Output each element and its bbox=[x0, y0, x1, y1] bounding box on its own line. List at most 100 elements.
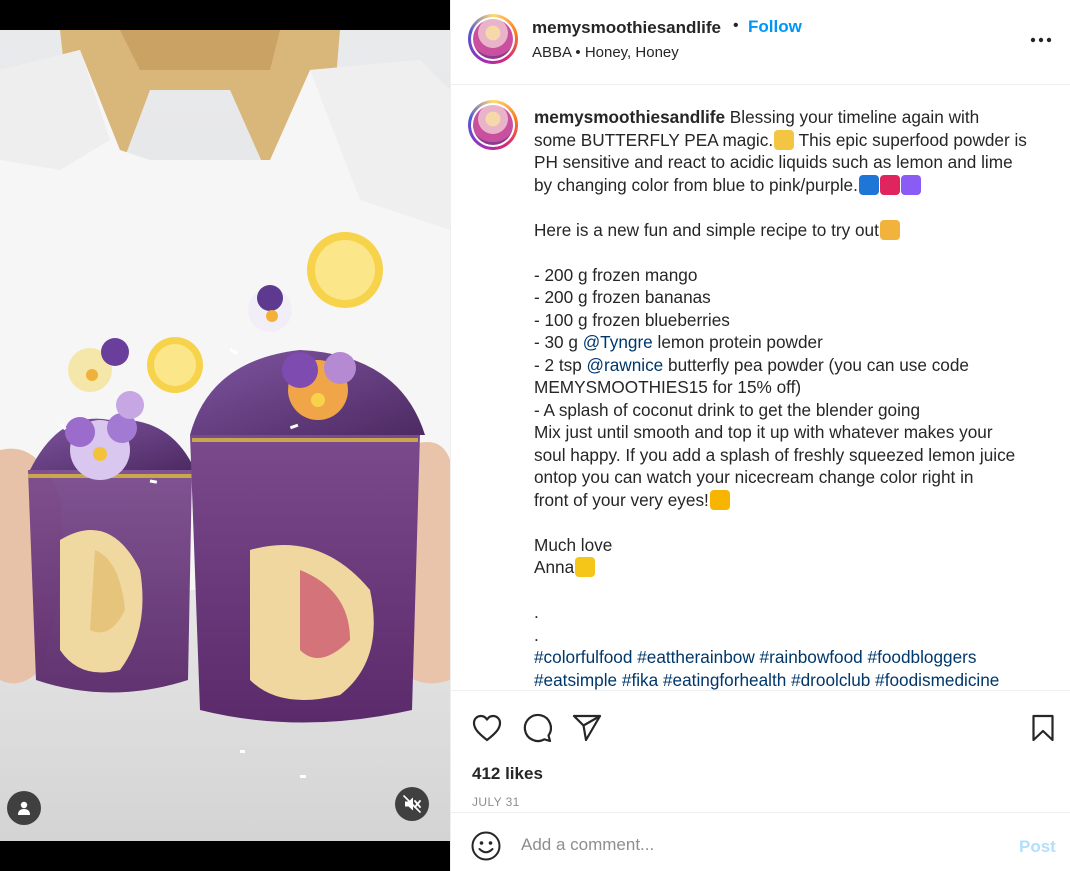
emoji-icon[interactable] bbox=[470, 830, 502, 862]
caption-text-run: Here is a new fun and simple recipe to t… bbox=[534, 219, 879, 240]
caption-text-run: some BUTTERFLY PEA magic. bbox=[534, 129, 774, 150]
author-avatar[interactable] bbox=[468, 14, 518, 64]
post-media[interactable] bbox=[0, 0, 450, 871]
caption-line: ontop you can watch your nicecream chang… bbox=[534, 466, 1044, 489]
caption-text-run: front of your very eyes! bbox=[534, 489, 709, 510]
comment-input[interactable] bbox=[521, 828, 991, 862]
follow-button[interactable]: Follow bbox=[748, 17, 802, 37]
hashtag-link[interactable]: #colorfulfood bbox=[534, 647, 632, 667]
comment-button[interactable] bbox=[520, 711, 554, 745]
emoji-icon bbox=[879, 219, 900, 240]
audio-separator: • bbox=[575, 44, 581, 61]
post-date[interactable]: JULY 31 bbox=[472, 795, 520, 809]
caption-text: memysmoothiesandlife Blessing your timel… bbox=[534, 106, 1044, 690]
caption-line bbox=[534, 196, 1044, 219]
video-frame[interactable] bbox=[0, 30, 450, 841]
caption-text-run: MEMYSMOOTHIES15 for 15% off) bbox=[534, 377, 802, 397]
author-username[interactable]: memysmoothiesandlife bbox=[532, 18, 721, 38]
caption-author-username[interactable]: memysmoothiesandlife bbox=[534, 107, 725, 127]
caption-line bbox=[534, 511, 1044, 534]
post-header: memysmoothiesandlife • Follow ABBA • Hon… bbox=[451, 0, 1070, 85]
caption-line: Much love bbox=[534, 534, 1044, 557]
caption-text-run: Blessing your timeline again with bbox=[725, 107, 980, 127]
caption-text-run: - 30 g bbox=[534, 332, 583, 352]
heart-icon bbox=[472, 714, 502, 742]
save-button[interactable] bbox=[1026, 711, 1060, 745]
hashtag-link[interactable]: #droolclub bbox=[791, 670, 870, 690]
audio-info[interactable]: ABBA • Honey, Honey bbox=[532, 44, 679, 61]
more-options-button[interactable] bbox=[1023, 28, 1059, 52]
caption-text-run: PH sensitive and react to acidic liquids… bbox=[534, 152, 1013, 172]
media-letterbox-bottom bbox=[0, 841, 450, 871]
caption-text-run: - 200 g frozen mango bbox=[534, 264, 698, 285]
caption-text-run: Anna bbox=[534, 557, 575, 577]
post-actions: 412 likes JULY 31 bbox=[451, 690, 1070, 812]
user-tag-icon bbox=[18, 801, 30, 815]
hashtag-link[interactable]: #eatsimple bbox=[534, 670, 617, 690]
caption-line bbox=[534, 241, 1044, 264]
emoji-icon bbox=[774, 129, 795, 150]
caption-line: - 200 g frozen mango bbox=[534, 264, 1044, 287]
caption-text-run: Much love bbox=[534, 534, 613, 555]
caption-line: . bbox=[534, 624, 1044, 647]
caption-text-run: lemon protein powder bbox=[652, 332, 823, 352]
caption-line: #eatsimple #fika #eatingforhealth #drool… bbox=[534, 669, 1044, 691]
caption-line: - A splash of coconut drink to get the b… bbox=[534, 399, 1044, 422]
caption-line: - 30 g @Tyngre lemon protein powder bbox=[534, 331, 1044, 354]
post-comment-button[interactable]: Post bbox=[1019, 837, 1056, 857]
caption-text-run: by changing color from blue to pink/purp… bbox=[534, 174, 858, 195]
hashtag-link[interactable]: #fika bbox=[622, 670, 658, 690]
mention-link[interactable]: @rawnice bbox=[587, 355, 664, 375]
mute-toggle-button[interactable] bbox=[395, 787, 429, 821]
like-button[interactable] bbox=[470, 711, 504, 745]
caption-line: - 100 g frozen blueberries bbox=[534, 309, 1044, 332]
media-letterbox-top bbox=[0, 0, 450, 30]
share-button[interactable] bbox=[570, 711, 604, 745]
emoji-icon bbox=[900, 174, 921, 195]
caption-line: some BUTTERFLY PEA magic. This epic supe… bbox=[534, 129, 1044, 152]
comment-bar: Post bbox=[451, 812, 1070, 871]
mention-link[interactable]: @Tyngre bbox=[583, 332, 653, 352]
more-horizontal-icon bbox=[1030, 37, 1052, 43]
muted-speaker-icon bbox=[403, 795, 421, 813]
caption-line: PH sensitive and react to acidic liquids… bbox=[534, 151, 1044, 174]
user-tag-button[interactable] bbox=[7, 791, 41, 825]
emoji-icon bbox=[858, 174, 879, 195]
hashtag-link[interactable]: #foodismedicine bbox=[875, 670, 999, 690]
hashtag-link[interactable]: #rainbowfood bbox=[760, 647, 863, 667]
caption-line: soul happy. If you add a splash of fresh… bbox=[534, 444, 1044, 467]
emoji-icon bbox=[879, 174, 900, 195]
emoji-icon bbox=[575, 557, 596, 577]
caption-line: - 2 tsp @rawnice butterfly pea powder (y… bbox=[534, 354, 1044, 377]
hashtag-link[interactable]: #eattherainbow bbox=[637, 647, 755, 667]
hashtag-link[interactable]: #eatingforhealth bbox=[663, 670, 786, 690]
audio-artist[interactable]: ABBA bbox=[532, 44, 571, 61]
caption-text-run: Mix just until smooth and top it up with… bbox=[534, 422, 993, 442]
caption-line bbox=[534, 579, 1044, 602]
caption-section: memysmoothiesandlife Blessing your timel… bbox=[451, 86, 1070, 690]
header-separator: • bbox=[733, 17, 739, 34]
likes-count[interactable]: 412 likes bbox=[472, 764, 543, 784]
bookmark-icon bbox=[1032, 714, 1054, 742]
caption-text-run: - A splash of coconut drink to get the b… bbox=[534, 399, 921, 420]
post-details-panel: memysmoothiesandlife • Follow ABBA • Hon… bbox=[450, 0, 1070, 871]
caption-text-run: - 2 tsp bbox=[534, 354, 587, 375]
emoji-icon bbox=[709, 489, 730, 510]
caption-text-run: soul happy. If you add a splash of fresh… bbox=[534, 444, 1016, 465]
caption-line: memysmoothiesandlife Blessing your timel… bbox=[534, 106, 1044, 129]
caption-text-run: . bbox=[534, 624, 539, 645]
caption-line: #colorfulfood #eattherainbow #rainbowfoo… bbox=[534, 646, 1044, 669]
caption-line: . bbox=[534, 601, 1044, 624]
caption-line: front of your very eyes! bbox=[534, 489, 1044, 512]
hashtag-link[interactable]: #foodbloggers bbox=[868, 647, 977, 667]
caption-line: - 200 g frozen bananas bbox=[534, 286, 1044, 309]
caption-text-run: butterfly pea powder (you can use code bbox=[663, 354, 969, 375]
caption-author-avatar[interactable] bbox=[468, 100, 518, 150]
comment-icon bbox=[523, 713, 552, 743]
audio-title[interactable]: Honey, Honey bbox=[585, 44, 679, 61]
caption-text-run: - 100 g frozen blueberries bbox=[534, 309, 730, 330]
caption-text-run: This epic superfood powder is bbox=[794, 129, 1027, 150]
caption-line: Anna bbox=[534, 556, 1044, 579]
caption-text-run: - 200 g frozen bananas bbox=[534, 287, 711, 307]
caption-line: Mix just until smooth and top it up with… bbox=[534, 421, 1044, 444]
